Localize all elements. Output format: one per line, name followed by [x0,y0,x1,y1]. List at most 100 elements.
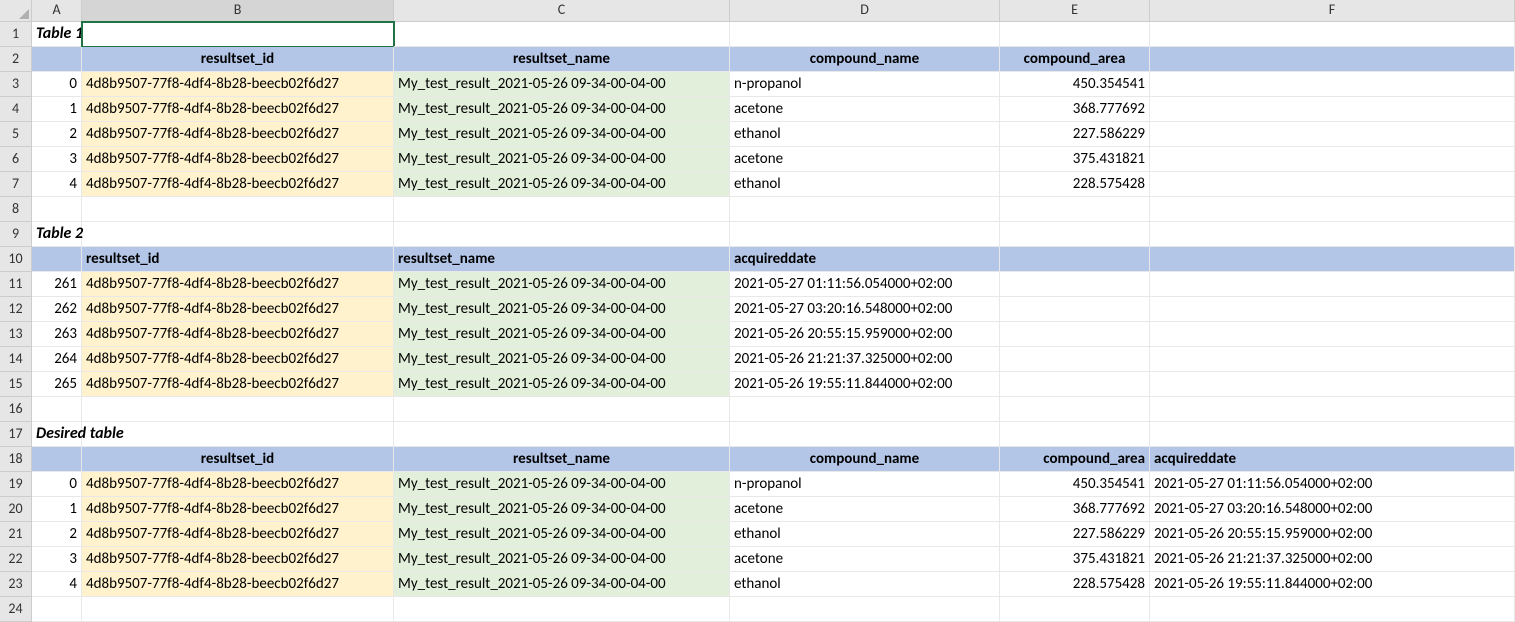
t3-rsname[interactable]: My_test_result_2021-05-26 09-34-00-04-00 [394,572,730,597]
t3-area[interactable]: 375.431821 [1000,547,1150,572]
row-header-21[interactable]: 21 [0,522,32,547]
t3-idx[interactable]: 4 [32,572,82,597]
cell-C16[interactable] [394,397,730,422]
cell-F10[interactable] [1150,247,1515,272]
t1-rsname[interactable]: My_test_result_2021-05-26 09-34-00-04-00 [394,172,730,197]
t1-compound[interactable]: ethanol [730,172,1000,197]
t1-guid[interactable]: 4d8b9507-77f8-4df4-8b28-beecb02f6d27 [82,172,394,197]
header3-resultset-id[interactable]: resultset_id [82,447,394,472]
cell-F16[interactable] [1150,397,1515,422]
header-compound-name[interactable]: compound_name [730,47,1000,72]
t2-guid[interactable]: 4d8b9507-77f8-4df4-8b28-beecb02f6d27 [82,372,394,397]
t3-rsname[interactable]: My_test_result_2021-05-26 09-34-00-04-00 [394,547,730,572]
t1-compound[interactable]: n-propanol [730,72,1000,97]
t1-compound[interactable]: acetone [730,97,1000,122]
cell-F1[interactable] [1150,22,1515,47]
select-all-corner[interactable] [0,0,32,22]
row-header-24[interactable]: 24 [0,597,32,622]
t3-compound[interactable]: ethanol [730,572,1000,597]
cell-F13[interactable] [1150,322,1515,347]
cell-F24[interactable] [1150,597,1515,622]
cell-E16[interactable] [1000,397,1150,422]
col-header-F[interactable]: F [1150,0,1515,22]
cell-D17[interactable] [730,422,1000,447]
t2-idx[interactable]: 264 [32,347,82,372]
t3-guid[interactable]: 4d8b9507-77f8-4df4-8b28-beecb02f6d27 [82,547,394,572]
t1-guid[interactable]: 4d8b9507-77f8-4df4-8b28-beecb02f6d27 [82,147,394,172]
cell-E17[interactable] [1000,422,1150,447]
t1-area[interactable]: 450.354541 [1000,72,1150,97]
row-header-14[interactable]: 14 [0,347,32,372]
title-table1[interactable]: Table 1 [32,22,82,47]
t2-guid[interactable]: 4d8b9507-77f8-4df4-8b28-beecb02f6d27 [82,322,394,347]
t1-area[interactable]: 227.586229 [1000,122,1150,147]
t3-acq[interactable]: 2021-05-27 01:11:56.054000+02:00 [1150,472,1515,497]
cell-C24[interactable] [394,597,730,622]
t3-guid[interactable]: 4d8b9507-77f8-4df4-8b28-beecb02f6d27 [82,522,394,547]
col-header-B[interactable]: B [82,0,394,22]
t3-idx[interactable]: 0 [32,472,82,497]
cell-E14[interactable] [1000,347,1150,372]
t3-acq[interactable]: 2021-05-26 21:21:37.325000+02:00 [1150,547,1515,572]
row-header-13[interactable]: 13 [0,322,32,347]
header-resultset-id[interactable]: resultset_id [82,47,394,72]
row-header-9[interactable]: 9 [0,222,32,247]
col-header-C[interactable]: C [394,0,730,22]
cell-A16[interactable] [32,397,82,422]
cell-A24[interactable] [32,597,82,622]
t3-idx[interactable]: 3 [32,547,82,572]
t3-rsname[interactable]: My_test_result_2021-05-26 09-34-00-04-00 [394,497,730,522]
row-header-8[interactable]: 8 [0,197,32,222]
cell-D1[interactable] [730,22,1000,47]
t3-guid[interactable]: 4d8b9507-77f8-4df4-8b28-beecb02f6d27 [82,472,394,497]
cell-D9[interactable] [730,222,1000,247]
t3-compound[interactable]: n-propanol [730,472,1000,497]
cell-E8[interactable] [1000,197,1150,222]
t1-area[interactable]: 375.431821 [1000,147,1150,172]
t1-idx[interactable]: 3 [32,147,82,172]
t3-rsname[interactable]: My_test_result_2021-05-26 09-34-00-04-00 [394,522,730,547]
cell-F8[interactable] [1150,197,1515,222]
t1-guid[interactable]: 4d8b9507-77f8-4df4-8b28-beecb02f6d27 [82,72,394,97]
cell-D16[interactable] [730,397,1000,422]
cell-B24[interactable] [82,597,394,622]
title-table2[interactable]: Table 2 [32,222,82,247]
cell-F4[interactable] [1150,97,1515,122]
cell-F7[interactable] [1150,172,1515,197]
row-header-1[interactable]: 1 [0,22,32,47]
t3-acq[interactable]: 2021-05-26 19:55:11.844000+02:00 [1150,572,1515,597]
cell-A2[interactable] [32,47,82,72]
t2-idx[interactable]: 265 [32,372,82,397]
t3-area[interactable]: 228.575428 [1000,572,1150,597]
col-header-E[interactable]: E [1000,0,1150,22]
cell-C8[interactable] [394,197,730,222]
row-header-11[interactable]: 11 [0,272,32,297]
cell-F5[interactable] [1150,122,1515,147]
cell-F14[interactable] [1150,347,1515,372]
t2-acq[interactable]: 2021-05-27 03:20:16.548000+02:00 [730,297,1000,322]
cell-A18[interactable] [32,447,82,472]
header2-acquireddate[interactable]: acquireddate [730,247,1000,272]
t3-acq[interactable]: 2021-05-27 03:20:16.548000+02:00 [1150,497,1515,522]
t3-area[interactable]: 227.586229 [1000,522,1150,547]
t2-guid[interactable]: 4d8b9507-77f8-4df4-8b28-beecb02f6d27 [82,272,394,297]
t2-guid[interactable]: 4d8b9507-77f8-4df4-8b28-beecb02f6d27 [82,297,394,322]
header3-compound-name[interactable]: compound_name [730,447,1000,472]
row-header-4[interactable]: 4 [0,97,32,122]
cell-A8[interactable] [32,197,82,222]
t2-rsname[interactable]: My_test_result_2021-05-26 09-34-00-04-00 [394,272,730,297]
t3-idx[interactable]: 1 [32,497,82,522]
cell-F17[interactable] [1150,422,1515,447]
row-header-16[interactable]: 16 [0,397,32,422]
row-header-6[interactable]: 6 [0,147,32,172]
t1-guid[interactable]: 4d8b9507-77f8-4df4-8b28-beecb02f6d27 [82,97,394,122]
row-header-20[interactable]: 20 [0,497,32,522]
t2-idx[interactable]: 261 [32,272,82,297]
header-compound-area[interactable]: compound_area [1000,47,1150,72]
t3-guid[interactable]: 4d8b9507-77f8-4df4-8b28-beecb02f6d27 [82,497,394,522]
cell-B17[interactable] [82,422,394,447]
cell-B9[interactable] [82,222,394,247]
cell-E15[interactable] [1000,372,1150,397]
row-header-5[interactable]: 5 [0,122,32,147]
col-header-A[interactable]: A [32,0,82,22]
